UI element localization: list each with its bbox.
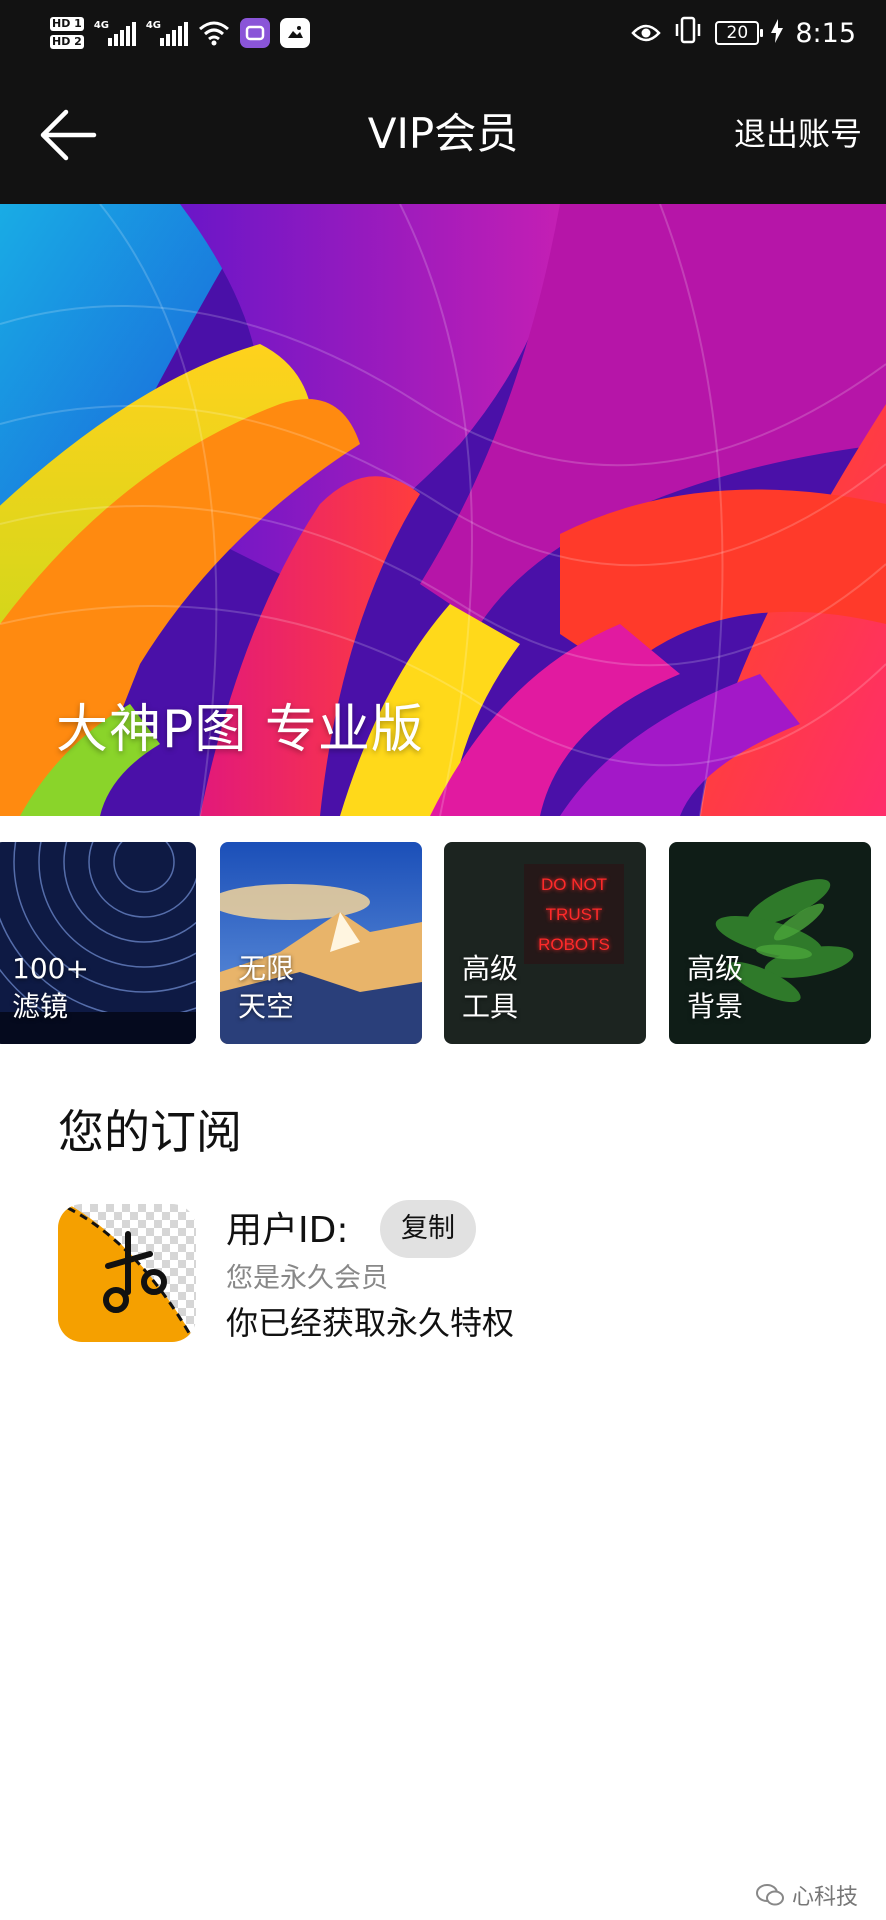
feature-card-sky[interactable]: 无限 天空 [220, 842, 422, 1044]
hero-banner: 大神P图 专业版 [0, 204, 886, 816]
eye-comfort-icon [631, 17, 662, 50]
status-bar: HD 1 HD 2 4G 4G 20 8:15 [0, 0, 886, 66]
gallery-notification-icon [279, 18, 310, 48]
feature-label: 无限 天空 [238, 950, 294, 1026]
feature-label: 100+ 滤镜 [12, 950, 89, 1026]
scissors-icon [58, 1204, 196, 1342]
feature-line2: 天空 [238, 990, 295, 1023]
neon-sign-text: DO NOT TRUST ROBOTS [524, 870, 624, 960]
clock: 8:15 [795, 17, 856, 49]
sim2-label: 4G [145, 20, 161, 31]
feature-card-background[interactable]: 高级 背景 [669, 842, 871, 1044]
status-bar-right: 20 8:15 [631, 10, 856, 56]
watermark: 心科技 [755, 1880, 858, 1910]
feature-label: 高级 工具 [462, 950, 518, 1026]
app-header: VIP会员 退出账号 [0, 66, 886, 204]
app-notification-icon [239, 18, 270, 48]
signal-icon-2: 4G [146, 20, 188, 46]
feature-line2: 滤镜 [12, 990, 69, 1023]
neon-line3: ROBOTS [538, 935, 610, 954]
neon-line2: TRUST [545, 905, 603, 924]
logout-button[interactable]: 退出账号 [734, 112, 862, 156]
feature-line1: 无限 [238, 952, 295, 985]
app-icon [58, 1204, 196, 1342]
status-bar-left: HD 1 HD 2 4G 4G [50, 8, 310, 58]
wifi-icon [198, 20, 230, 46]
member-status: 您是永久会员 [226, 1263, 388, 1294]
feature-line1: 高级 [462, 952, 519, 985]
vibrate-icon [673, 16, 703, 51]
feature-card-filters[interactable]: 100+ 滤镜 [0, 842, 196, 1044]
hd1-badge: HD 1 [50, 17, 84, 31]
feature-line2: 工具 [462, 990, 519, 1023]
signal-icon: 4G [94, 20, 136, 46]
feature-line2: 背景 [687, 990, 744, 1023]
wechat-icon [755, 1884, 784, 1906]
feature-list: 100+ 滤镜 无限 天空 DO NOT TRUST ROBOTS 高级 工具 … [0, 842, 886, 1044]
battery-icon: 20 [715, 21, 764, 45]
user-id-label: 用户ID: [226, 1210, 349, 1251]
hero-title: 大神P图 专业版 [56, 700, 424, 760]
sim1-label: 4G [93, 20, 109, 31]
section-title: 您的订阅 [58, 1105, 242, 1159]
feature-label: 高级 背景 [687, 950, 743, 1026]
hd-indicator: HD 1 HD 2 [50, 17, 84, 49]
feature-card-tools[interactable]: DO NOT TRUST ROBOTS 高级 工具 [444, 842, 646, 1044]
neon-line1: DO NOT [540, 875, 608, 894]
privilege-text: 你已经获取永久特权 [226, 1304, 515, 1342]
charging-icon [771, 17, 784, 50]
hd2-badge: HD 2 [50, 35, 84, 49]
watermark-text: 心科技 [791, 1885, 858, 1910]
feature-line1: 100+ [12, 952, 89, 985]
copy-button[interactable]: 复制 [380, 1200, 476, 1258]
feature-line1: 高级 [687, 952, 744, 985]
